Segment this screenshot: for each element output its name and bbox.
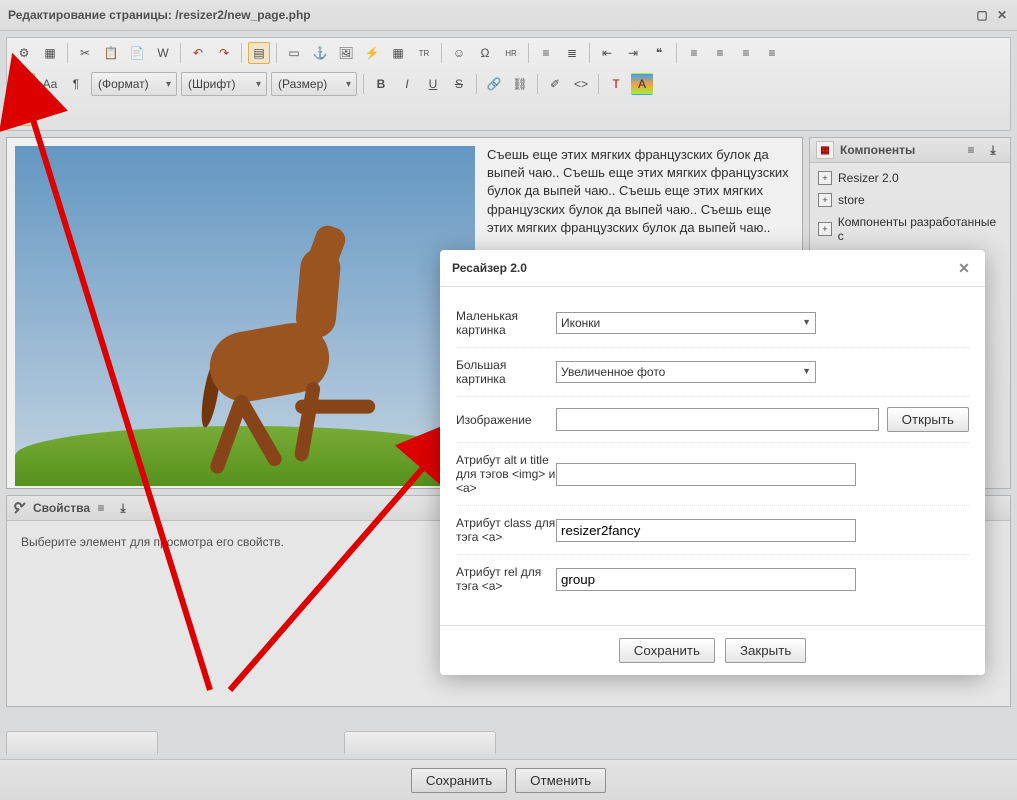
content-text[interactable]: Съешь еще этих мягких французских булок … <box>487 146 794 237</box>
table-icon[interactable]: ▦ <box>387 42 409 64</box>
align-right-icon[interactable]: ≡ <box>735 42 757 64</box>
copy-icon[interactable]: 📋 <box>100 42 122 64</box>
specialchar-icon[interactable]: Ω <box>474 42 496 64</box>
align-center-icon[interactable]: ≡ <box>709 42 731 64</box>
align-justify-icon[interactable]: ≡ <box>761 42 783 64</box>
class-attr-input[interactable] <box>556 519 856 542</box>
flash-icon[interactable]: ⚡ <box>361 42 383 64</box>
image-path-label: Изображение <box>456 413 556 427</box>
tree-node[interactable]: +Resizer 2.0 <box>810 167 1010 189</box>
rel-attr-input[interactable] <box>556 568 856 591</box>
window-maximize-icon[interactable]: ▢ <box>975 8 989 22</box>
panel-collapse-icon[interactable]: ⤓ <box>982 139 1004 161</box>
wrench-icon <box>13 501 27 515</box>
undo-icon[interactable]: ↶ <box>187 42 209 64</box>
format-icon[interactable]: ¶ <box>65 73 87 95</box>
underline-icon[interactable]: U <box>422 73 444 95</box>
insert-div-icon[interactable]: ▭ <box>283 42 305 64</box>
bottom-tabs <box>6 731 496 754</box>
page-cancel-button[interactable]: Отменить <box>515 768 606 793</box>
panel-collapse-icon[interactable]: ⤓ <box>112 497 134 519</box>
font-select[interactable]: (Шрифт) <box>181 72 267 96</box>
alt-title-label: Атрибут alt и title для тэгов <img> и <a… <box>456 453 556 495</box>
tree-node[interactable]: +store <box>810 189 1010 211</box>
text-direction-icon[interactable]: ¶ <box>13 73 35 95</box>
alt-title-input[interactable] <box>556 463 856 486</box>
anchor-icon[interactable]: ⚓ <box>309 42 331 64</box>
expand-icon[interactable]: + <box>818 193 832 207</box>
removeformat-icon[interactable]: ✐ <box>544 73 566 95</box>
open-button[interactable]: Открыть <box>887 407 969 432</box>
align-left-icon[interactable]: ≡ <box>683 42 705 64</box>
content-image[interactable] <box>15 146 475 486</box>
page-save-button[interactable]: Сохранить <box>411 768 507 793</box>
window-titlebar: Редактирование страницы: /resizer2/new_p… <box>0 0 1017 31</box>
footer: Сохранить Отменить <box>0 759 1017 800</box>
image-icon[interactable]: 🖼 <box>335 42 357 64</box>
outdent-icon[interactable]: ⇤ <box>596 42 618 64</box>
window-title: Редактирование страницы: /resizer2/new_p… <box>8 8 311 22</box>
tree-node[interactable]: +Компоненты разработанные с <box>810 211 1010 247</box>
gear-icon[interactable]: ⚙ <box>13 42 35 64</box>
bullet-list-icon[interactable]: ≣ <box>561 42 583 64</box>
bottom-tab[interactable] <box>344 731 496 754</box>
paste-icon[interactable]: 📄 <box>126 42 148 64</box>
bgcolor-icon[interactable]: A <box>631 73 653 95</box>
bold-icon[interactable]: B <box>370 73 392 95</box>
redo-icon[interactable]: ↷ <box>213 42 235 64</box>
modal-save-button[interactable]: Сохранить <box>619 638 715 663</box>
paste-word-icon[interactable]: W <box>152 42 174 64</box>
numbered-list-icon[interactable]: ≡ <box>535 42 557 64</box>
layout-icon[interactable]: ▦ <box>39 42 61 64</box>
pagebreak-icon[interactable]: TR <box>413 42 435 64</box>
resizer-modal: Ресайзер 2.0 ✕ Маленькая картинка Иконки… <box>440 250 985 675</box>
size-select[interactable]: (Размер) <box>271 72 357 96</box>
components-title: Компоненты <box>840 143 915 157</box>
small-image-select[interactable]: Иконки <box>556 312 816 334</box>
small-image-label: Маленькая картинка <box>456 309 556 337</box>
modal-title: Ресайзер 2.0 <box>452 261 527 275</box>
panel-menu-icon[interactable]: ≡ <box>960 139 982 161</box>
panel-menu-icon[interactable]: ≡ <box>90 497 112 519</box>
expand-icon[interactable]: + <box>818 171 832 185</box>
class-attr-label: Атрибут class для тэга <a> <box>456 516 556 544</box>
properties-title: Свойства <box>33 501 90 515</box>
expand-icon[interactable]: + <box>818 222 832 236</box>
bottom-tab[interactable] <box>6 731 158 754</box>
big-image-label: Большая картинка <box>456 358 556 386</box>
smiley-icon[interactable]: ☺ <box>448 42 470 64</box>
textcolor-icon[interactable]: T <box>605 73 627 95</box>
cut-icon[interactable]: ✂ <box>74 42 96 64</box>
format-select[interactable]: (Формат) <box>91 72 177 96</box>
window-close-icon[interactable]: ✕ <box>995 8 1009 22</box>
blockquote-icon[interactable]: ❝ <box>648 42 670 64</box>
components-icon: ▦ <box>816 141 834 159</box>
image-path-input[interactable] <box>556 408 879 431</box>
modal-close-button[interactable]: Закрыть <box>725 638 806 663</box>
modal-close-icon[interactable]: ✕ <box>955 259 973 277</box>
indent-icon[interactable]: ⇥ <box>622 42 644 64</box>
italic-icon[interactable]: I <box>396 73 418 95</box>
style-icon[interactable]: Aa <box>39 73 61 95</box>
source-icon[interactable]: <> <box>570 73 592 95</box>
toolbar-row-1: ⚙ ▦ ✂ 📋 📄 W ↶ ↷ ▤ ▭ ⚓ 🖼 ⚡ ▦ TR ☺ Ω НR ≡ … <box>6 37 1011 131</box>
big-image-select[interactable]: Увеличенное фото <box>556 361 816 383</box>
rel-attr-label: Атрибут rel для тэга <a> <box>456 565 556 593</box>
unlink-icon[interactable]: ⛓ <box>509 73 531 95</box>
link-icon[interactable]: 🔗 <box>483 73 505 95</box>
hr-icon[interactable]: НR <box>500 42 522 64</box>
strike-icon[interactable]: S <box>448 73 470 95</box>
resizer-plugin-icon[interactable]: ▣ <box>13 104 35 126</box>
toggle-blocks-icon[interactable]: ▤ <box>248 42 270 64</box>
